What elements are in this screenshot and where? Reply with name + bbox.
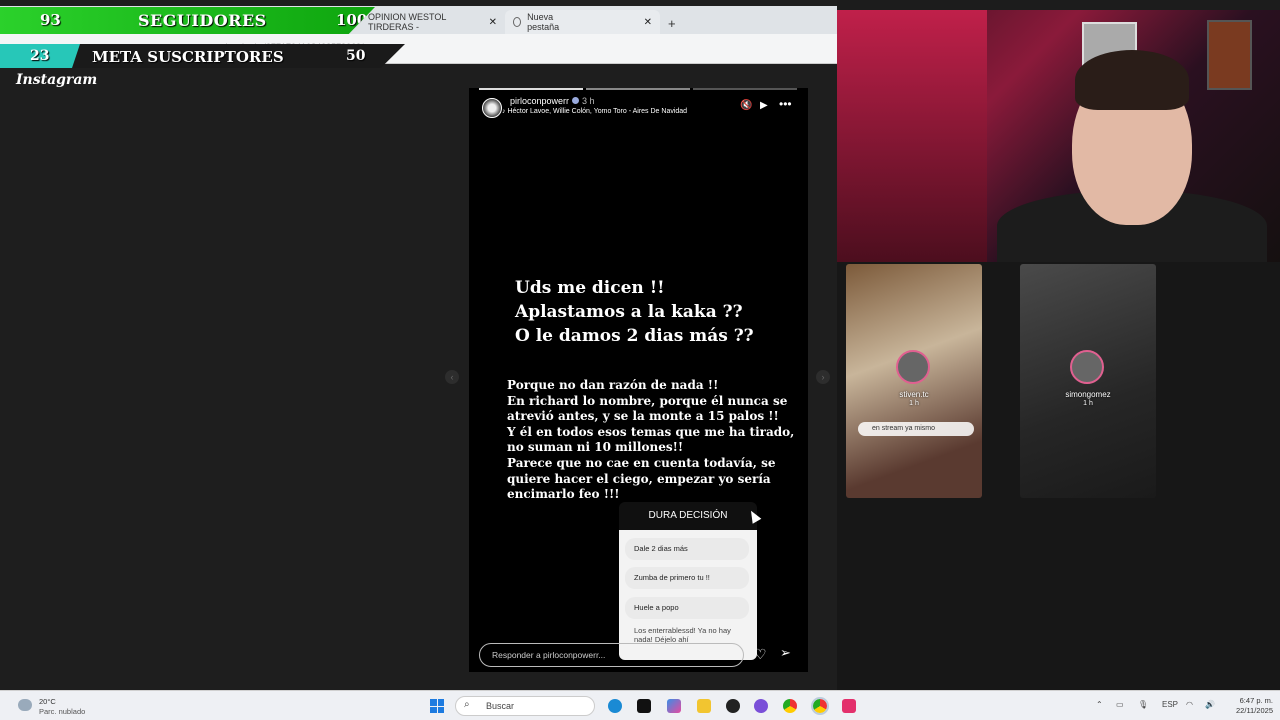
network-icon[interactable]: ▭ [1116, 700, 1124, 709]
heart-icon[interactable]: ♡ [754, 646, 767, 663]
subscribers-goal: 50 [346, 48, 366, 64]
tab-opinion[interactable]: OPINION WESTOL TIRDERAS - ✕ [360, 10, 505, 34]
body-line: no suman ni 10 millones!! [507, 440, 684, 455]
verified-icon [572, 97, 580, 104]
tiktok-icon[interactable] [637, 699, 651, 713]
tab-label: Nueva pestaña [527, 12, 560, 32]
followers-counter: 93 SEGUIDORES 100 [0, 7, 375, 34]
headline-line: Uds me dicen !! [515, 278, 665, 298]
username[interactable]: pirloconpowerr [510, 96, 569, 106]
previous-story-button[interactable]: ‹ [445, 370, 459, 384]
live-tile[interactable]: simongomez 1 h [1020, 264, 1156, 498]
body-line: Y él en todos esos temas que me ha tirad… [507, 424, 795, 439]
folder-icon[interactable] [697, 699, 711, 713]
taskbar-search[interactable]: ⌕ Buscar [455, 696, 595, 716]
tile-status-badge: en stream ya mismo [858, 422, 974, 436]
search-icon: ⌕ [464, 699, 470, 710]
play-icon[interactable]: ▶ [760, 100, 768, 111]
tile-time: 1 h [909, 400, 919, 407]
poll-option[interactable]: Huele a popo [625, 597, 749, 619]
story-header: pirloconpowerr 3 h ♪ Héctor Lavoe, Willie… [477, 96, 797, 120]
weather-widget[interactable]: 20°C Parc. nublado [18, 697, 108, 717]
language-indicator[interactable]: ESP [1162, 700, 1178, 709]
clock-date: 22/11/2025 [1236, 706, 1273, 715]
clock[interactable]: 6:47 p. m. 22/11/2025 [1225, 696, 1273, 716]
volume-icon[interactable]: 🔊 [1205, 700, 1215, 709]
edge-icon[interactable] [608, 699, 622, 713]
followers-label: SEGUIDORES [138, 11, 267, 30]
story-time: 3 h [582, 96, 595, 106]
webcam-feed [837, 10, 1280, 262]
subscribers-current: 23 [30, 48, 50, 64]
live-tiles-panel: stiven.tc 1 h en stream ya mismo simongo… [837, 262, 1280, 690]
body-line: En richard lo nombre, porque él nunca se [507, 393, 788, 408]
obs-icon[interactable] [754, 699, 768, 713]
body-line: Parece que no cae en cuenta todavía, se [507, 455, 776, 470]
screen: OPINION WESTOL TIRDERAS - ✕ Nueva pestañ… [0, 0, 1280, 720]
media-icon[interactable] [726, 699, 740, 713]
new-tab-button[interactable]: + [668, 16, 676, 31]
mute-icon[interactable]: 🔇 [740, 100, 752, 111]
poll-title: DURA DECISIÓN [619, 502, 757, 530]
story-progress-segment [693, 88, 797, 90]
tile-username: stiven.tc [899, 390, 929, 399]
weather-desc: Parc. nublado [39, 707, 86, 716]
tab-label: OPINION WESTOL TIRDERAS - [368, 12, 447, 32]
microphone-icon[interactable]: 🎙 [1138, 700, 1148, 709]
next-story-button[interactable]: › [816, 370, 830, 384]
copilot-icon[interactable] [667, 699, 681, 713]
weather-temp: 20°C [39, 697, 56, 706]
chrome-active-icon[interactable] [811, 697, 829, 715]
avatar [1070, 350, 1104, 384]
body-line: encimarlo feo !!! [507, 487, 620, 502]
poll-option[interactable]: Dale 2 dias más [625, 538, 749, 560]
more-options-icon[interactable]: ••• [779, 97, 792, 111]
streamer-hair [1075, 50, 1189, 110]
wifi-icon[interactable]: ◠ [1186, 700, 1193, 709]
headline-line: Aplastamos a la kaka ?? [515, 302, 743, 322]
clock-time: 6:47 p. m. [1239, 696, 1273, 705]
tile-username: simongomez [1065, 390, 1111, 399]
story-viewer: pirloconpowerr 3 h ♪ Héctor Lavoe, Willie… [469, 88, 808, 672]
poll-sticker: DURA DECISIÓN Dale 2 dias más Zumba de p… [619, 502, 757, 660]
body-line: Porque no dan razón de nada !! [507, 378, 719, 392]
webcam-background [837, 10, 987, 262]
body-line: atrevió antes, y se la monte a 15 palos … [507, 409, 779, 424]
live-tile[interactable]: stiven.tc 1 h en stream ya mismo [846, 264, 982, 498]
cloud-icon [18, 699, 32, 711]
globe-icon [513, 17, 522, 27]
avatar [896, 350, 930, 384]
story-body: Porque no dan razón de nada !! En richar… [507, 378, 803, 503]
poll-option[interactable]: Zumba de primero tu !! [625, 567, 749, 589]
story-progress-segment [586, 88, 690, 90]
webcam-poster [1207, 20, 1252, 90]
instagram-logo[interactable]: Instagram [16, 72, 97, 88]
chevron-up-icon[interactable]: ⌃ [1096, 700, 1103, 709]
subscribers-label: META SUSCRIPTORES [92, 48, 284, 66]
close-tab-icon[interactable]: ✕ [489, 17, 497, 28]
chrome-icon[interactable] [783, 699, 797, 713]
tab-new[interactable]: Nueva pestaña ✕ [505, 10, 660, 34]
close-tab-icon[interactable]: ✕ [644, 17, 652, 28]
search-placeholder: Buscar [486, 701, 515, 711]
windows-start-icon[interactable] [430, 699, 444, 713]
poll-option[interactable]: Los enterrablessd! Ya no hay nada! Déjel… [625, 622, 749, 644]
avatar[interactable] [482, 98, 502, 118]
reply-input[interactable]: Responder a pirloconpowerr... [479, 643, 744, 667]
followers-current: 93 [40, 11, 61, 29]
tiktok-live-icon[interactable] [842, 699, 856, 713]
story-progress-segment [479, 88, 583, 90]
send-icon[interactable]: ➢ [780, 645, 791, 661]
music-label[interactable]: ♪ Héctor Lavoe, Willie Colón, Yomo Toro … [502, 108, 687, 115]
story-user[interactable]: pirloconpowerr 3 h [510, 96, 595, 106]
music-title[interactable]: Héctor Lavoe, Willie Colón, Yomo Toro - … [507, 108, 687, 115]
tile-time: 1 h [1083, 400, 1093, 407]
story-headline: Uds me dicen !! Aplastamos a la kaka ?? … [515, 276, 795, 348]
taskbar: 20°C Parc. nublado ⌕ Buscar ⌃ ▭ 🎙 ESP ◠ … [0, 690, 1280, 720]
poll-options: Dale 2 dias más Zumba de primero tu !! H… [619, 530, 757, 660]
body-line: quiere hacer el ciego, empezar yo sería [507, 471, 771, 486]
headline-line: O le damos 2 dias más ?? [515, 326, 754, 346]
